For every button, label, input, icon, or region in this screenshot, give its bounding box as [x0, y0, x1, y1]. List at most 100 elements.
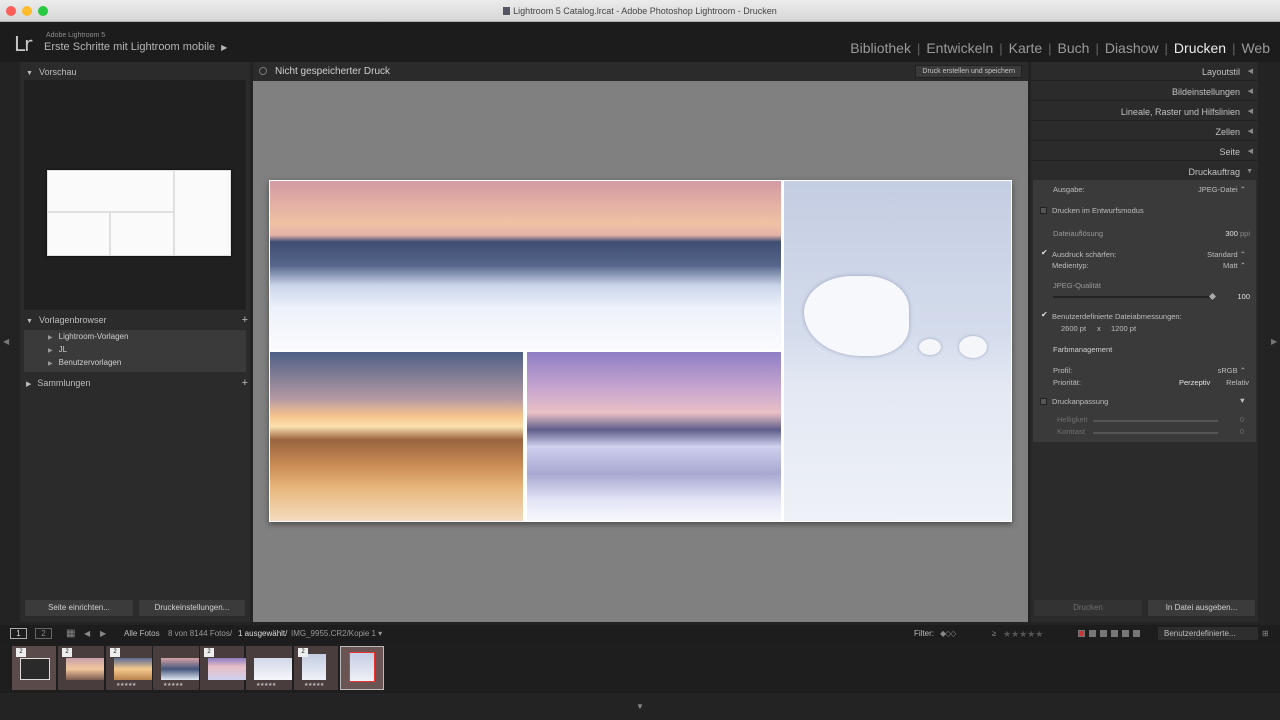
filmstrip-thumb[interactable]: 2: [200, 646, 246, 690]
show-filmstrip-icon[interactable]: ▼: [636, 702, 644, 711]
photo-cell-sunset[interactable]: [270, 352, 523, 521]
color-filter-yellow[interactable]: [1089, 630, 1096, 637]
photo-cell-forest[interactable]: [527, 352, 781, 521]
color-filter-red[interactable]: [1078, 630, 1085, 637]
close-window-button[interactable]: [6, 6, 16, 16]
add-template-icon[interactable]: +: [242, 311, 248, 329]
identity-plate-text[interactable]: Erste Schritte mit Lightroom mobile ▶: [44, 41, 227, 53]
contrast-slider[interactable]: [1093, 432, 1218, 434]
draft-mode-checkbox[interactable]: [1040, 207, 1047, 214]
grid-icon[interactable]: ▦: [66, 628, 75, 640]
document-icon: [503, 7, 511, 15]
filmstrip-thumb[interactable]: 2: [12, 646, 56, 690]
width-field[interactable]: 2600 pt: [1061, 324, 1086, 333]
print-to-file-button[interactable]: In Datei ausgeben...: [1147, 599, 1256, 617]
template-folder-user[interactable]: ▶ Benutzervorlagen: [48, 358, 121, 367]
print-adjust-checkbox[interactable]: [1040, 398, 1047, 405]
previous-icon[interactable]: ◀: [84, 628, 90, 640]
sharpen-checkbox[interactable]: ✔: [1041, 248, 1048, 257]
photo-cell-panorama[interactable]: [270, 181, 781, 350]
filmstrip-thumb[interactable]: ★★★★★: [246, 646, 292, 690]
filter-label: Filter:: [914, 629, 934, 638]
main-window-button[interactable]: 1: [10, 628, 27, 639]
output-select[interactable]: JPEG-Datei ⌃: [1198, 185, 1246, 194]
print-adjust-label: Druckanpassung: [1052, 397, 1109, 406]
color-management-header: Farbmanagement: [1053, 345, 1113, 354]
module-entwickeln[interactable]: Entwickeln: [924, 40, 995, 56]
template-folder-lightroom[interactable]: ▶ Lightroom-Vorlagen: [48, 332, 128, 341]
rating-operator[interactable]: ≥: [992, 628, 996, 640]
print-button[interactable]: Drucken: [1033, 599, 1143, 617]
color-filter-purple[interactable]: [1122, 630, 1129, 637]
next-icon[interactable]: ▶: [100, 628, 106, 640]
section-bildeinstellungen[interactable]: Bildeinstellungen ◀: [1031, 83, 1258, 101]
template-list: ▶ Lightroom-Vorlagen ▶ JL ▶ Benutzervorlage…: [24, 330, 246, 372]
right-panel: Layoutstil ◀ Bildeinstellungen ◀ Lineale, …: [1031, 62, 1258, 622]
filmstrip-thumb-selected[interactable]: [340, 646, 384, 690]
section-lineale[interactable]: Lineale, Raster und Hilfslinien ◀: [1031, 103, 1258, 121]
module-bibliothek[interactable]: Bibliothek: [848, 40, 913, 56]
tree-shape: [919, 339, 941, 355]
rating-filter-stars[interactable]: ★★★★★: [1003, 628, 1043, 640]
module-diashow[interactable]: Diashow: [1103, 40, 1161, 56]
filmstrip-thumb[interactable]: ★★★★★: [153, 646, 199, 690]
resolution-label: Dateiauflösung: [1053, 229, 1104, 238]
color-filter-blue[interactable]: [1111, 630, 1118, 637]
source-label[interactable]: Alle Fotos: [124, 628, 160, 640]
jpeg-quality-slider[interactable]: [1053, 296, 1213, 298]
second-window-button[interactable]: 2: [35, 628, 52, 639]
flag-filter-icons[interactable]: ◆◇◇: [940, 628, 957, 640]
zoom-window-button[interactable]: [38, 6, 48, 16]
jpeg-quality-value: 100: [1237, 292, 1250, 301]
print-adjust-collapse-icon[interactable]: ▼: [1239, 396, 1246, 405]
page-setup-button[interactable]: Seite einrichten...: [24, 599, 134, 617]
template-folder-jl[interactable]: ▶ JL: [48, 345, 67, 354]
custom-dims-checkbox[interactable]: ✔: [1041, 310, 1048, 319]
jpeg-quality-slider-knob[interactable]: [1208, 292, 1217, 301]
identity-plate: Lr Adobe Lightroom 5 Erste Schritte mit …: [0, 22, 1280, 62]
print-job-panel: Ausgabe: JPEG-Datei ⌃ Drucken im Entwurf…: [1033, 180, 1256, 442]
module-drucken[interactable]: Drucken: [1172, 40, 1228, 56]
collapse-arrow-icon: ◀: [1247, 128, 1253, 135]
height-field[interactable]: 1200 pt: [1111, 324, 1136, 333]
priority-relative[interactable]: Relativ: [1226, 378, 1249, 387]
color-filter-none[interactable]: [1133, 630, 1140, 637]
module-karte[interactable]: Karte: [1007, 40, 1044, 56]
file-name[interactable]: IMG_9955.CR2/Kopie 1 ▾: [291, 628, 382, 640]
add-collection-icon[interactable]: +: [242, 374, 248, 392]
collections-header[interactable]: ▶ Sammlungen +: [26, 374, 248, 392]
resolution-field[interactable]: 300 ppi: [1225, 229, 1250, 238]
filmstrip: 2 2 2 ★★★★★ ★★★★★ 2 ★★★★★ 2 ★★★★★: [0, 643, 1280, 693]
module-buch[interactable]: Buch: [1056, 40, 1092, 56]
contrast-value: 0: [1239, 427, 1244, 436]
section-druckauftrag[interactable]: Druckauftrag ▼: [1031, 163, 1258, 181]
section-zellen[interactable]: Zellen ◀: [1031, 123, 1258, 141]
minimize-window-button[interactable]: [22, 6, 32, 16]
profile-select[interactable]: sRGB ⌃: [1218, 366, 1246, 375]
templates-header[interactable]: ▼ Vorlagenbrowser +: [26, 311, 248, 329]
expand-triangle-icon: ▶: [48, 335, 53, 341]
filmstrip-thumb[interactable]: 2 ★★★★★: [294, 646, 338, 690]
print-title: Nicht gespeicherter Druck: [275, 66, 391, 77]
media-select[interactable]: Matt ⌃: [1223, 261, 1246, 270]
photo-cell-tree[interactable]: [784, 181, 1011, 521]
sharpen-select[interactable]: Standard ⌃: [1207, 250, 1246, 259]
filter-preset-select[interactable]: Benutzerdefinierte...: [1158, 627, 1258, 640]
section-seite[interactable]: Seite ◀: [1031, 143, 1258, 161]
preview-header[interactable]: ▼ Vorschau: [26, 63, 76, 81]
filmstrip-thumb[interactable]: 2: [58, 646, 104, 690]
save-print-button[interactable]: Druck erstellen und speichern: [915, 65, 1022, 78]
filter-lock-icon[interactable]: ⊞: [1262, 628, 1269, 640]
output-label: Ausgabe:: [1053, 185, 1085, 194]
tree-shape: [804, 276, 909, 356]
brightness-slider[interactable]: [1093, 420, 1218, 422]
hide-right-panel-icon[interactable]: ▶: [1271, 337, 1277, 346]
media-label: Medientyp:: [1052, 261, 1089, 270]
module-web[interactable]: Web: [1239, 40, 1272, 56]
priority-perceptual[interactable]: Perzeptiv: [1179, 378, 1210, 387]
color-filter-green[interactable]: [1100, 630, 1107, 637]
filmstrip-thumb[interactable]: 2 ★★★★★: [106, 646, 152, 690]
hide-left-panel-icon[interactable]: ◀: [3, 337, 9, 346]
section-layoutstil[interactable]: Layoutstil ◀: [1031, 63, 1258, 81]
print-settings-button[interactable]: Druckeinstellungen...: [138, 599, 246, 617]
